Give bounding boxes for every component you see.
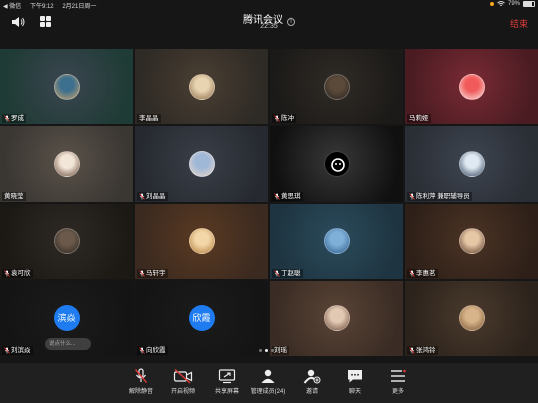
participant-avatar (458, 228, 485, 255)
participant-name: 黄晓莹 (4, 192, 24, 200)
participant-tile[interactable]: 李惠茗 (405, 203, 538, 279)
participant-name-label: 黄晓莹 (2, 191, 26, 201)
participant-avatar (458, 305, 485, 332)
participant-name-label: 张鸿铃 (407, 346, 438, 355)
meeting-header: 腾讯会议 i 22:35 结束 (0, 10, 538, 36)
mic-muted-icon (4, 115, 10, 123)
participant-name: 李晶晶 (139, 115, 159, 123)
participant-name-label: 向欣霞 (137, 346, 168, 355)
mic-muted-icon (274, 192, 280, 200)
mic-muted-icon (409, 192, 415, 200)
participant-avatar (188, 228, 215, 255)
participant-name: 向欣霞 (146, 347, 166, 354)
participant-grid: 罗成 李晶晶 陈冲 马莉娅黄晓莹 刘晶晶 黄思琪 陈利萍 兼职辅导员袁可欣 马轩宇 丁赵聪 李惠茗… (0, 49, 538, 356)
participant-name-label: 黄思琪 (272, 191, 303, 201)
participant-name: 刘瑶 (274, 347, 287, 354)
meeting-duration: 22:35 (260, 23, 278, 30)
participant-avatar (458, 73, 485, 100)
participant-tile[interactable]: 陈利萍 兼职辅导员 (405, 126, 538, 202)
page-indicator[interactable] (259, 349, 274, 352)
participant-name: 马轩宇 (146, 269, 166, 277)
mic-muted-icon (139, 347, 145, 354)
participant-name: 袁可欣 (11, 269, 31, 277)
participant-avatar (53, 150, 80, 177)
participant-avatar (323, 228, 350, 255)
participant-name-label: 刘晶晶 (137, 191, 168, 201)
participant-name: 张鸿铃 (416, 347, 436, 354)
mic-muted-icon (409, 269, 415, 277)
participant-name: 李惠茗 (416, 269, 436, 277)
comment-input[interactable]: 说点什么... (45, 338, 91, 350)
participant-tile[interactable]: 张鸿铃 (405, 280, 538, 356)
participant-tile[interactable]: 刘瑶 (270, 280, 403, 356)
participant-name-label: 袁可欣 (2, 268, 33, 278)
mic-muted-icon (4, 347, 10, 354)
participant-name-label: 刘瑶 (272, 346, 289, 355)
participant-tile[interactable]: 陈冲 (270, 49, 403, 125)
participant-name: 刘晶晶 (146, 192, 166, 200)
battery-percent: 79% (507, 1, 520, 7)
status-bar-left: ◀ 微信 下午9:12 2月21日周一 (3, 1, 103, 10)
status-bar-right: 79% (489, 1, 535, 7)
participant-tile[interactable]: 袁可欣 (0, 203, 133, 279)
participant-tile[interactable]: 马莉娅 (405, 49, 538, 125)
page-dot[interactable] (259, 349, 262, 352)
more-icon (368, 368, 428, 384)
participant-name-label: 马轩宇 (137, 268, 168, 278)
participant-tile[interactable]: 欣霞向欣霞 (135, 280, 268, 356)
mic-muted-icon (139, 269, 145, 277)
participant-name: 马莉娅 (409, 115, 429, 123)
participant-name: 陈冲 (281, 115, 294, 123)
participant-text-avatar: 欣霞 (188, 305, 215, 332)
participant-name: 丁赵聪 (281, 269, 301, 277)
participant-tile[interactable]: 罗成 (0, 49, 133, 125)
participant-tile[interactable]: 丁赵聪 (270, 203, 403, 279)
mic-muted-icon (139, 192, 145, 200)
toolbar-button-label: 更多 (391, 389, 404, 395)
participant-avatar (323, 73, 350, 100)
participant-name-label: 陈利萍 兼职辅导员 (407, 191, 472, 201)
location-icon (489, 2, 494, 6)
participant-name-label: 李惠茗 (407, 268, 438, 278)
participant-avatar (323, 150, 350, 177)
bottom-toolbar: 解除静音 开启视频 共享屏幕 管理成员(24) 邀请 聊天 更多 (0, 363, 538, 403)
mic-muted-icon (274, 115, 280, 123)
participant-avatar (53, 73, 80, 100)
status-bar: ◀ 微信 下午9:12 2月21日周一 79% (0, 0, 538, 10)
participant-tile[interactable]: 李晶晶 (135, 49, 268, 125)
battery-icon (523, 1, 535, 7)
toolbar-button-more[interactable]: 更多 (368, 368, 428, 395)
page-dot[interactable] (271, 349, 274, 352)
participant-name: 刘滨焱 (11, 347, 31, 354)
participant-avatar (188, 150, 215, 177)
end-meeting-button[interactable]: 结束 (510, 17, 528, 30)
participant-avatar (323, 305, 350, 332)
participant-tile[interactable]: 马轩宇 (135, 203, 268, 279)
participant-avatar (458, 150, 485, 177)
wifi-icon (497, 1, 505, 6)
mic-muted-icon (409, 347, 415, 354)
mic-muted-icon (274, 269, 280, 277)
mic-muted-icon (4, 269, 10, 277)
participant-tile[interactable]: 黄思琪 (270, 126, 403, 202)
participant-name-label: 李晶晶 (137, 114, 161, 124)
participant-name: 罗成 (11, 115, 24, 123)
participant-name: 陈利萍 兼职辅导员 (416, 192, 470, 200)
page-dot[interactable] (265, 349, 268, 352)
participant-avatar (53, 228, 80, 255)
participant-name-label: 罗成 (2, 114, 26, 124)
participant-tile[interactable]: 刘晶晶 (135, 126, 268, 202)
participant-text-avatar: 滨焱 (53, 305, 80, 332)
participant-name: 黄思琪 (281, 192, 301, 200)
participant-tile[interactable]: 黄晓莹 (0, 126, 133, 202)
participant-avatar (188, 73, 215, 100)
participant-name-label: 陈冲 (272, 114, 296, 124)
participant-name-label: 刘滨焱 (2, 346, 33, 355)
participant-name-label: 马莉娅 (407, 114, 431, 124)
battery-level (524, 2, 532, 6)
participant-name-label: 丁赵聪 (272, 268, 303, 278)
